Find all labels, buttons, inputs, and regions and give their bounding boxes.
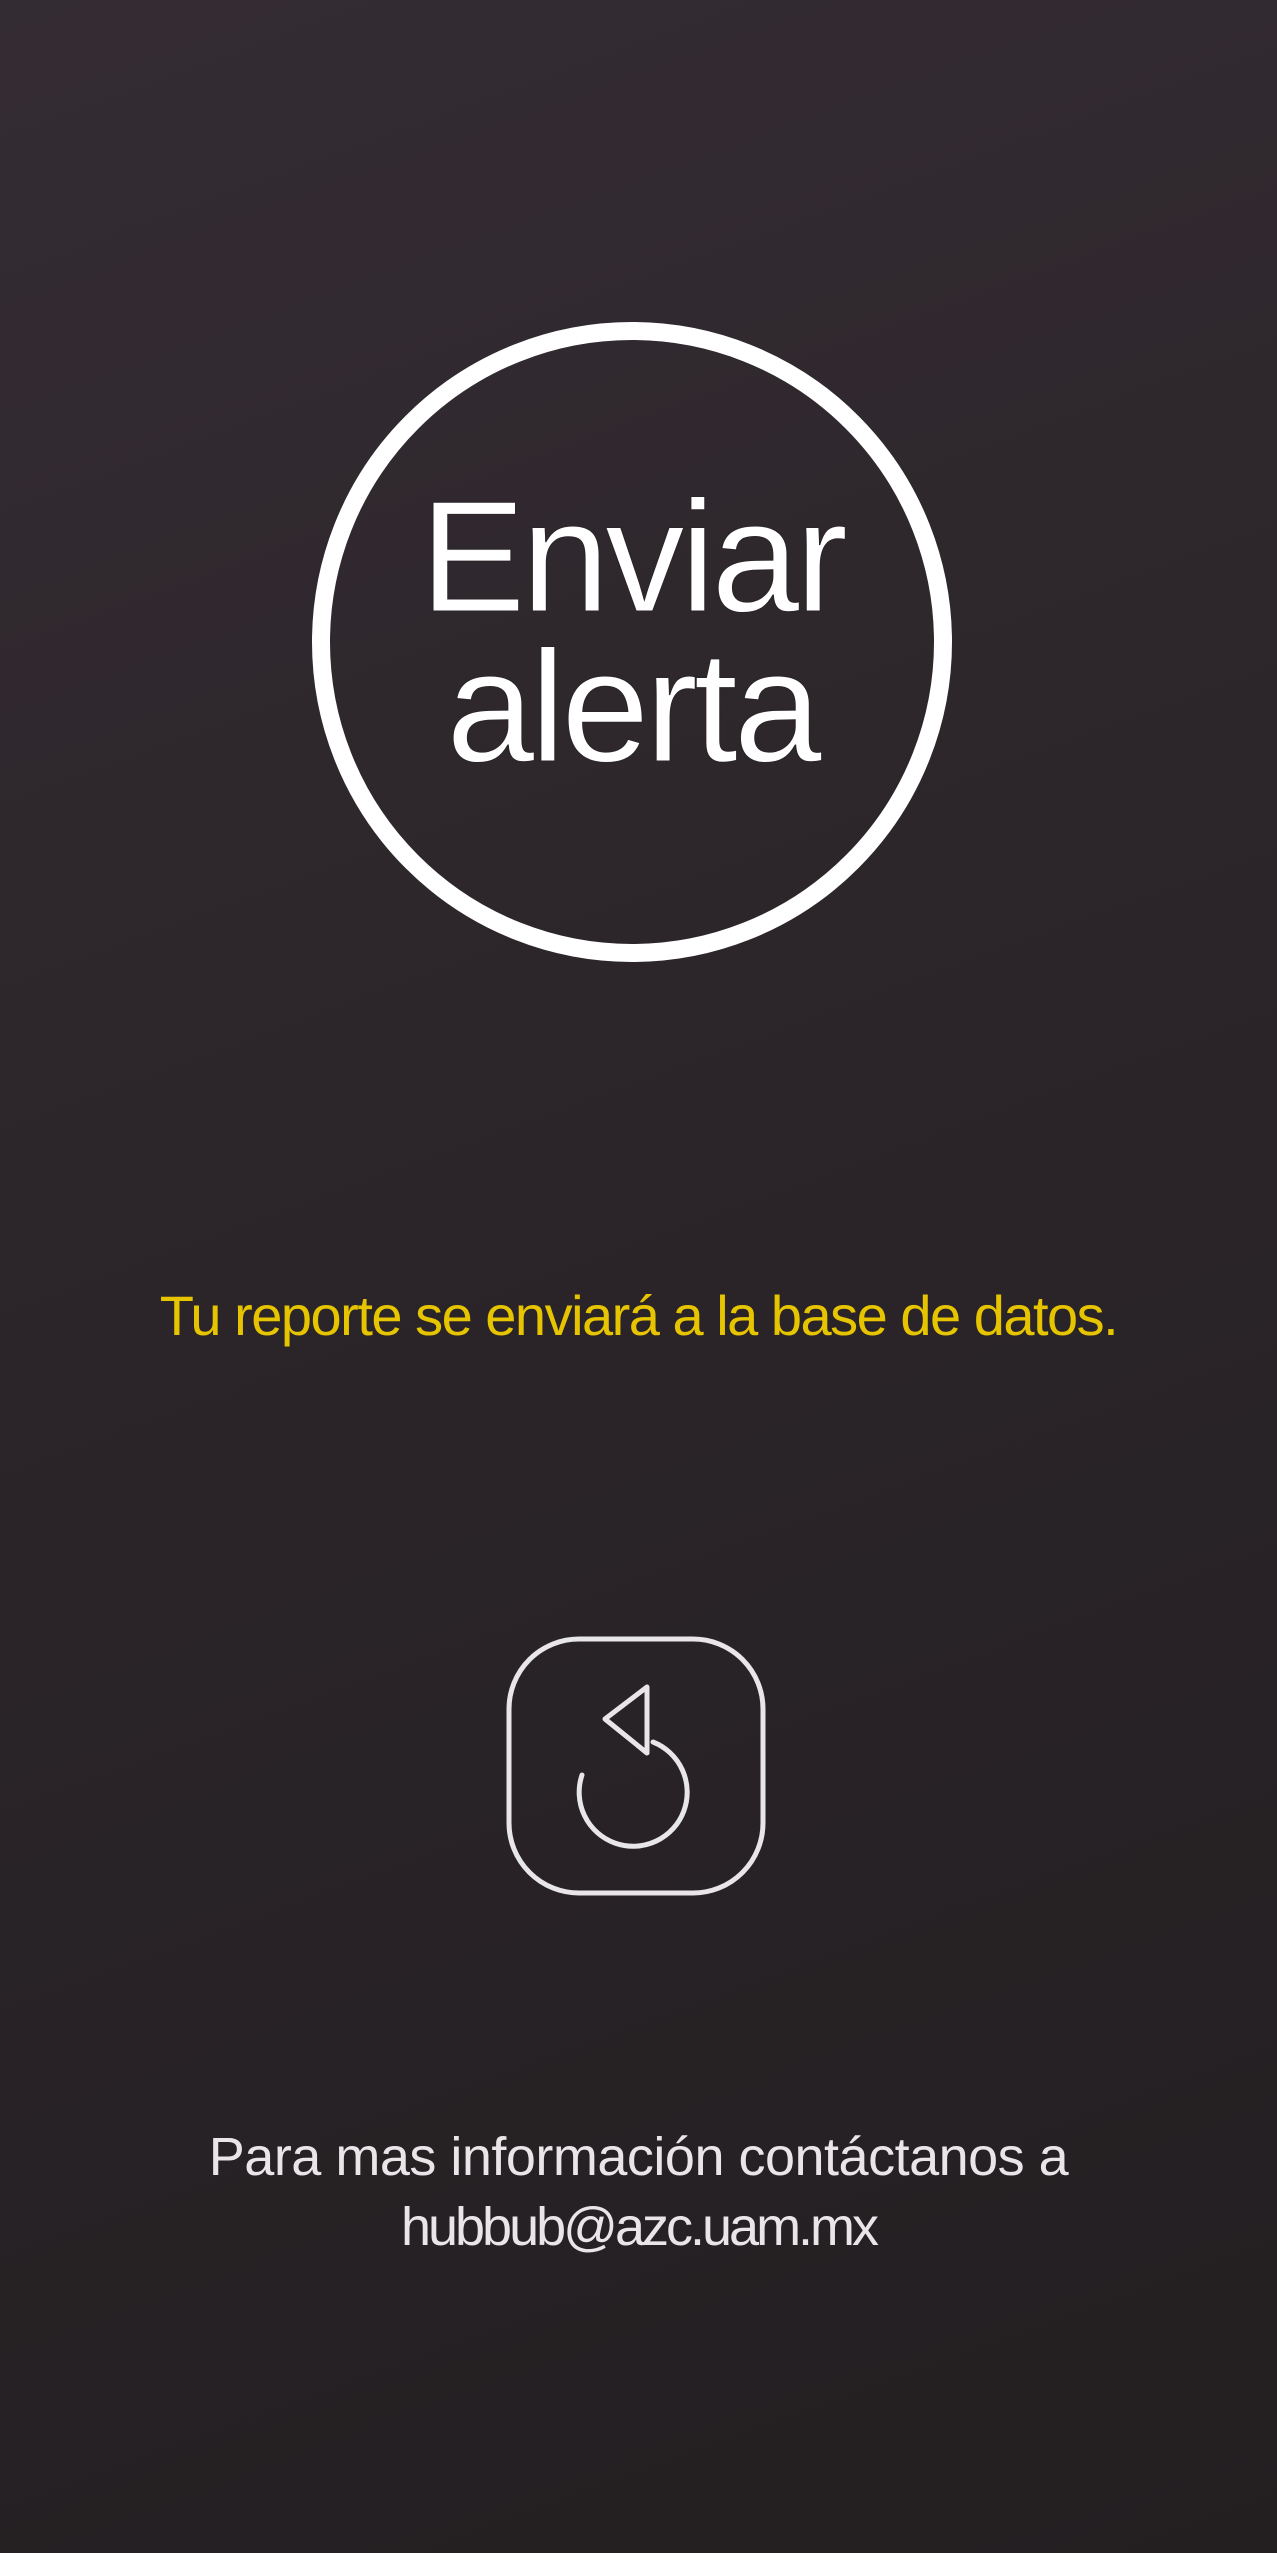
contact-prefix: Para mas información contáctanos a bbox=[208, 2127, 1069, 2187]
alert-screen: Enviar alerta Tu reporte se enviará a la… bbox=[0, 0, 1277, 2553]
send-alert-label-line1: Enviar bbox=[420, 469, 849, 645]
undo-icon bbox=[506, 1636, 766, 1896]
report-info-message: Tu reporte se enviará a la base de datos… bbox=[159, 1284, 1119, 1347]
send-alert-label-line2: alerta bbox=[446, 619, 822, 795]
reset-button[interactable] bbox=[505, 1635, 767, 1897]
contact-info: Para mas información contáctanos a hubbu… bbox=[0, 2122, 1277, 2262]
send-alert-button[interactable]: Enviar alerta bbox=[312, 322, 952, 962]
contact-email-link[interactable]: hubbub@azc.uam.mx bbox=[0, 2192, 1277, 2262]
send-alert-label: Enviar alerta bbox=[420, 469, 849, 795]
